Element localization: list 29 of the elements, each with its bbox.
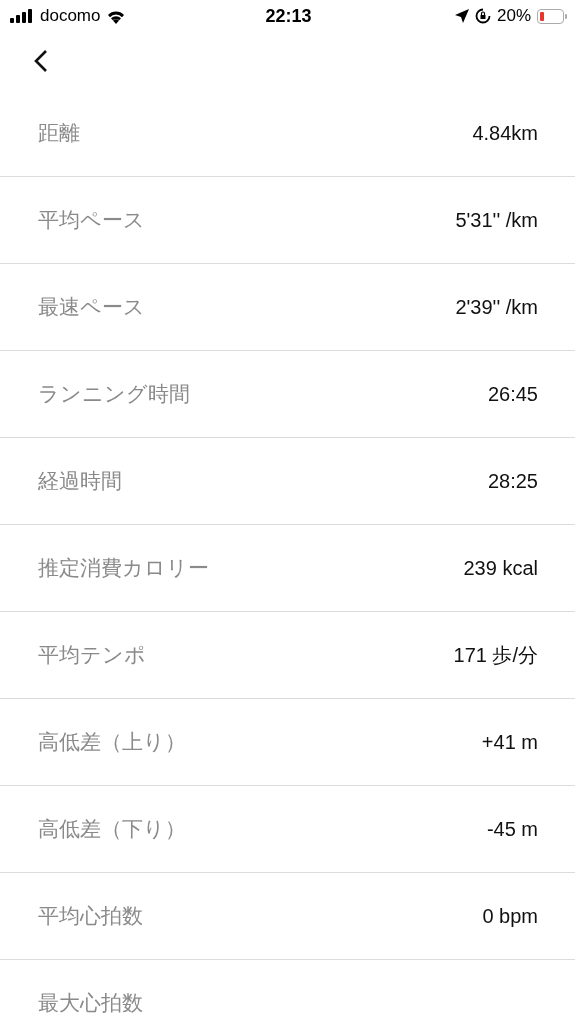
stat-value: 239 kcal (463, 556, 538, 580)
battery-percent: 20% (497, 6, 531, 26)
rotation-lock-icon (475, 8, 491, 24)
stat-label: 推定消費カロリー (38, 555, 209, 582)
location-arrow-icon (455, 9, 469, 23)
stat-label: 高低差（下り） (38, 816, 186, 843)
stat-value: -45 m (486, 817, 538, 841)
stat-value: 0 bpm (482, 904, 538, 928)
stat-label: 最大心拍数 (38, 990, 143, 1017)
battery-icon (537, 8, 567, 24)
back-chevron-icon (34, 49, 48, 73)
stat-label: 高低差（上り） (38, 729, 186, 756)
stat-value: +41 m (481, 730, 538, 754)
carrier-name: docomo (40, 6, 101, 26)
stat-label: 平均心拍数 (38, 903, 143, 930)
stat-label: 平均テンポ (38, 642, 146, 669)
stat-value: 5'31'' /km (455, 208, 538, 232)
stat-value: 2'39'' /km (455, 295, 538, 319)
stat-label: 経過時間 (38, 468, 122, 495)
stat-value: 4.84km (472, 121, 538, 145)
signal-icon (10, 9, 34, 23)
stat-label: 最速ペース (38, 294, 145, 321)
stat-label: 平均ペース (38, 207, 145, 234)
stat-label: ランニング時間 (38, 381, 190, 408)
status-time: 22:13 (265, 5, 312, 27)
stat-value: 171 歩/分 (453, 642, 538, 668)
stat-label: 距離 (38, 120, 80, 147)
stat-value: 26:45 (487, 382, 538, 406)
stat-value: 28:25 (487, 469, 538, 493)
